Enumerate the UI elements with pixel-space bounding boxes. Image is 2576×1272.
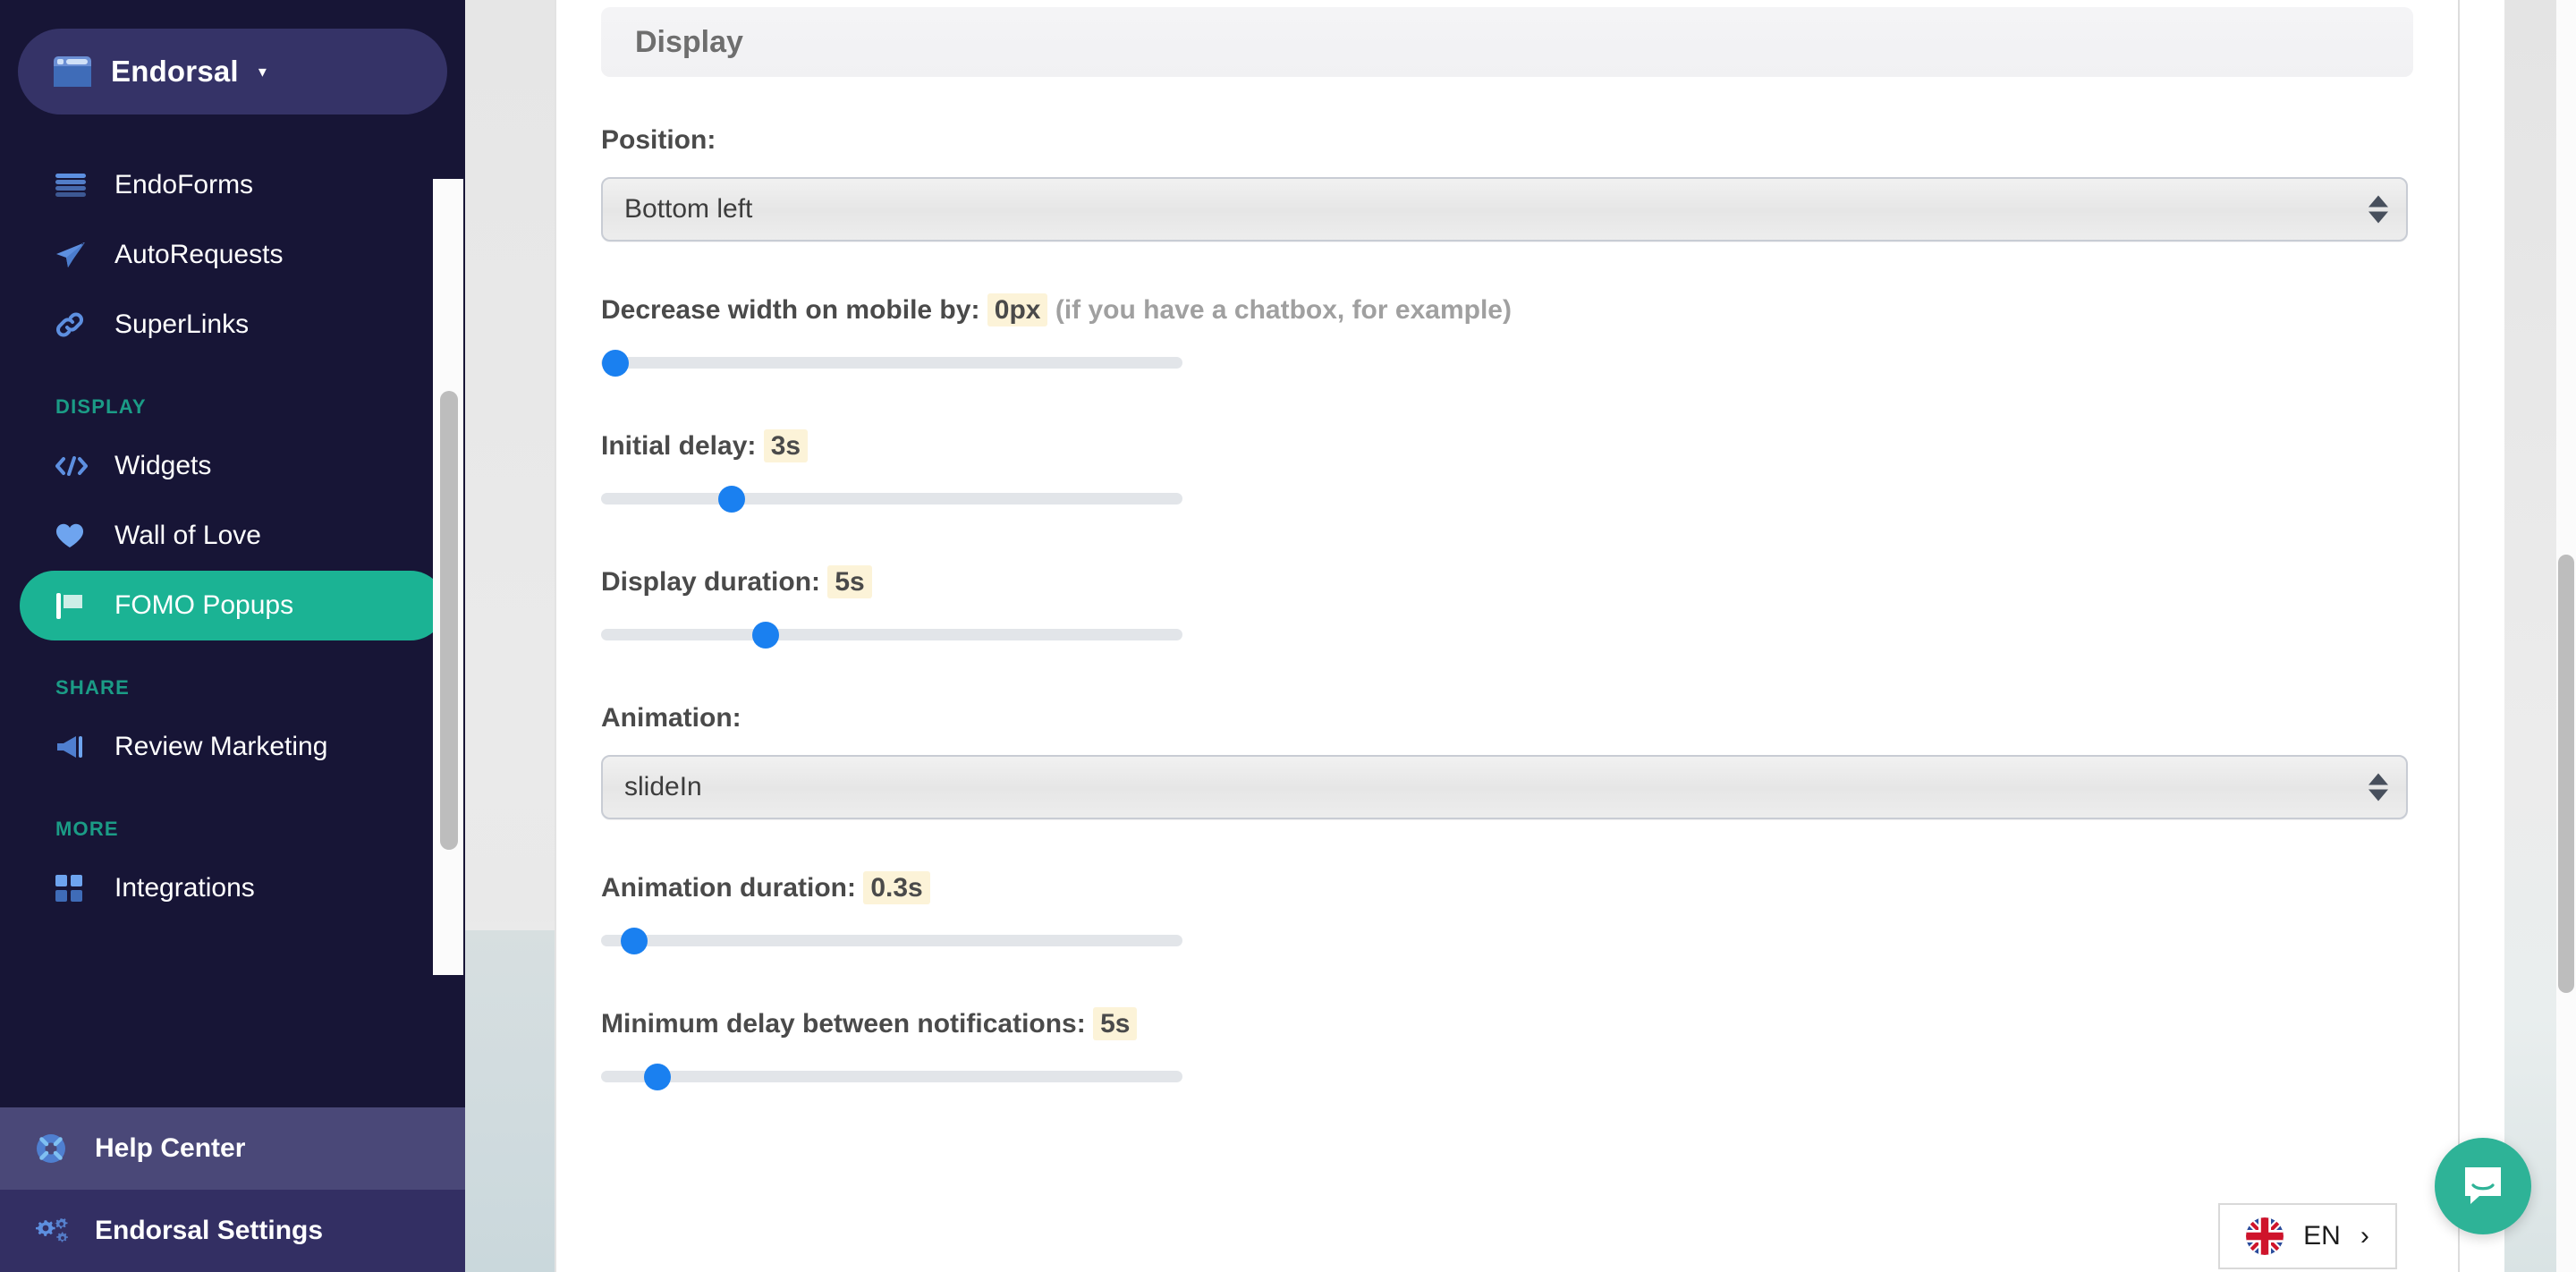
animation-select[interactable]: slideIn: [601, 755, 2408, 819]
sidebar-nav: EndoForms AutoRequests SuperLinks DISPLA…: [0, 150, 465, 923]
slider-track: [601, 493, 1182, 505]
intercom-chat-icon: [2460, 1161, 2506, 1212]
sidebar-scrollbar-thumb[interactable]: [440, 391, 458, 850]
language-selector[interactable]: EN ›: [2218, 1203, 2397, 1269]
sidebar-item-endoforms[interactable]: EndoForms: [20, 150, 445, 220]
animation-duration-value: 0.3s: [863, 871, 930, 904]
minimum-delay-label-text: Minimum delay between notifications:: [601, 1009, 1086, 1039]
slider-thumb[interactable]: [752, 622, 779, 649]
flag-icon: [55, 591, 95, 620]
language-code: EN: [2303, 1221, 2341, 1251]
chevron-down-icon: ▾: [258, 63, 267, 81]
sidebar-group-title-share: SHARE: [55, 676, 131, 699]
decrease-width-slider[interactable]: [601, 347, 1182, 377]
sidebar-item-integrations[interactable]: Integrations: [20, 853, 445, 923]
animation-duration-label-text: Animation duration:: [601, 873, 856, 903]
decrease-width-value: 0px: [987, 293, 1048, 326]
heart-icon: [55, 523, 95, 548]
sidebar-item-superlinks[interactable]: SuperLinks: [20, 290, 445, 360]
content-divider-right: [2458, 0, 2460, 1272]
link-chain-icon: [55, 310, 95, 339]
slider-track: [601, 629, 1182, 640]
sidebar-item-label: Wall of Love: [114, 521, 261, 550]
position-label: Position:: [601, 125, 716, 155]
sidebar-item-label: Review Marketing: [114, 732, 328, 761]
paper-plane-icon: [55, 242, 95, 268]
sidebar-item-fomo-popups[interactable]: FOMO Popups: [20, 571, 445, 640]
slider-track: [601, 357, 1182, 369]
position-select-value: Bottom left: [624, 194, 753, 224]
browser-window-icon: [54, 56, 91, 87]
initial-delay-label-text: Initial delay:: [601, 431, 757, 461]
slider-thumb[interactable]: [718, 486, 745, 513]
display-settings-form: Position: Bottom left Decrease width on …: [556, 125, 2458, 1091]
sidebar-item-label: Integrations: [114, 873, 255, 903]
gears-icon: [36, 1217, 77, 1245]
sidebar-bottom-label: Endorsal Settings: [95, 1216, 324, 1245]
background-strip-left-lower: [465, 930, 555, 1272]
initial-delay-value: 3s: [763, 429, 809, 462]
decrease-width-label: Decrease width on mobile by: 0px (if you…: [601, 293, 2413, 326]
sidebar-item-label: Widgets: [114, 451, 212, 480]
sidebar-item-endorsal-settings[interactable]: Endorsal Settings: [0, 1190, 465, 1272]
sidebar: Endorsal ▾ EndoForms AutoRequests SuperL…: [0, 0, 465, 1272]
slider-track: [601, 1071, 1182, 1082]
sidebar-group-title-display: DISPLAY: [55, 395, 147, 418]
sidebar-bottom-label: Help Center: [95, 1133, 246, 1163]
minimum-delay-value: 5s: [1093, 1007, 1138, 1040]
animation-label: Animation:: [601, 703, 741, 733]
sidebar-item-widgets[interactable]: Widgets: [20, 431, 445, 501]
animation-select-value: slideIn: [624, 772, 702, 801]
grid-squares-icon: [55, 875, 95, 902]
uk-flag-icon: [2246, 1217, 2284, 1255]
minimum-delay-slider[interactable]: [601, 1061, 1182, 1091]
main-content: Display Position: Bottom left Decrease w…: [556, 0, 2458, 1272]
sidebar-item-autorequests[interactable]: AutoRequests: [20, 220, 445, 290]
slider-thumb[interactable]: [602, 350, 629, 377]
sidebar-item-wall-of-love[interactable]: Wall of Love: [20, 501, 445, 571]
slider-track: [601, 935, 1182, 946]
minimum-delay-label: Minimum delay between notifications: 5s: [601, 1007, 2413, 1040]
sidebar-item-review-marketing[interactable]: Review Marketing: [20, 712, 445, 782]
slider-thumb[interactable]: [644, 1064, 671, 1090]
megaphone-icon: [55, 734, 95, 759]
display-card-header: Display: [601, 7, 2413, 77]
sidebar-group-title-more: MORE: [55, 818, 119, 840]
sidebar-item-label: SuperLinks: [114, 310, 250, 339]
slider-thumb[interactable]: [621, 928, 648, 954]
brand-workspace-switcher[interactable]: Endorsal ▾: [18, 29, 447, 114]
display-duration-value: 5s: [827, 565, 872, 598]
background-strip-right: [2504, 0, 2558, 1272]
animation-duration-label: Animation duration: 0.3s: [601, 871, 2413, 904]
chevron-right-icon: ›: [2360, 1221, 2369, 1251]
display-duration-label: Display duration: 5s: [601, 565, 2413, 598]
sidebar-item-label: FOMO Popups: [114, 590, 294, 620]
display-duration-slider[interactable]: [601, 619, 1182, 649]
list-lines-icon: [55, 174, 95, 197]
life-ring-icon: [36, 1133, 77, 1164]
chat-launcher-button[interactable]: [2435, 1138, 2531, 1234]
sidebar-item-label: EndoForms: [114, 170, 254, 199]
animation-duration-slider[interactable]: [601, 925, 1182, 955]
decrease-width-label-text: Decrease width on mobile by:: [601, 295, 980, 325]
decrease-width-hint: (if you have a chatbox, for example): [1055, 295, 1512, 325]
sidebar-bottom-section: Help Center Endorsal Settings: [0, 1107, 465, 1272]
page-scrollbar-thumb[interactable]: [2558, 555, 2574, 993]
display-duration-label-text: Display duration:: [601, 567, 821, 597]
initial-delay-slider[interactable]: [601, 483, 1182, 513]
sidebar-item-help-center[interactable]: Help Center: [0, 1107, 465, 1190]
sidebar-item-label: AutoRequests: [114, 240, 284, 269]
position-select[interactable]: Bottom left: [601, 177, 2408, 242]
brand-name: Endorsal: [111, 55, 239, 88]
code-brackets-icon: [55, 456, 95, 476]
initial-delay-label: Initial delay: 3s: [601, 429, 2413, 462]
page-title: Display: [635, 24, 743, 59]
chevron-updown-icon: [2368, 773, 2388, 801]
chevron-updown-icon: [2368, 195, 2388, 224]
